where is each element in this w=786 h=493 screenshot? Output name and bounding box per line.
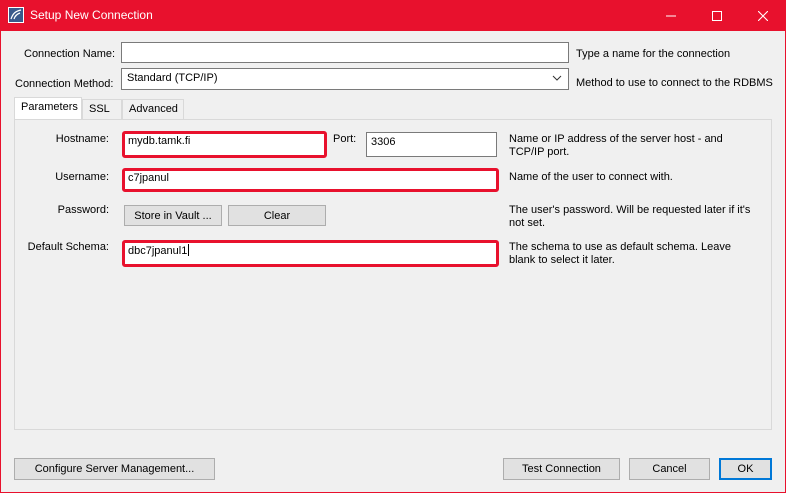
configure-server-management-button[interactable]: Configure Server Management... <box>14 458 215 480</box>
ok-button[interactable]: OK <box>719 458 772 480</box>
text-cursor <box>188 244 190 256</box>
store-in-vault-button[interactable]: Store in Vault ... <box>124 205 222 226</box>
default-schema-value: dbc7jpanul1 <box>128 245 188 257</box>
tab-parameters[interactable]: Parameters <box>14 97 82 120</box>
connection-method-hint: Method to use to connect to the RDBMS <box>576 77 773 89</box>
title-bar[interactable]: Setup New Connection <box>0 0 786 31</box>
port-label: Port: <box>333 133 357 145</box>
connection-name-label: Connection Name: <box>24 48 116 60</box>
window-title: Setup New Connection <box>30 8 153 22</box>
connection-method-label: Connection Method: <box>15 78 114 90</box>
connection-name-hint: Type a name for the connection <box>576 48 731 60</box>
cancel-button[interactable]: Cancel <box>629 458 710 480</box>
connection-method-select[interactable]: Standard (TCP/IP) <box>121 68 569 90</box>
dialog-body: Connection Name: Type a name for the con… <box>1 31 785 492</box>
mysql-workbench-icon <box>8 7 24 23</box>
password-hint: The user's password. Will be requested l… <box>509 204 751 229</box>
close-icon <box>758 10 768 21</box>
username-input[interactable]: c7jpanul <box>122 168 499 192</box>
close-button[interactable] <box>740 0 786 31</box>
minimize-icon <box>666 15 676 16</box>
maximize-icon <box>712 10 722 21</box>
parameters-panel <box>14 119 772 430</box>
chevron-down-icon <box>552 71 562 88</box>
default-schema-hint: The schema to use as default schema. Lea… <box>509 241 731 266</box>
default-schema-label: Default Schema: <box>27 241 109 253</box>
password-label: Password: <box>57 204 109 216</box>
port-input[interactable]: 3306 <box>366 132 497 157</box>
clear-password-button[interactable]: Clear <box>228 205 326 226</box>
test-connection-button[interactable]: Test Connection <box>503 458 620 480</box>
username-label: Username: <box>55 171 109 183</box>
connection-name-input[interactable] <box>121 42 569 63</box>
tab-ssl[interactable]: SSL <box>82 99 122 119</box>
hostname-port-hint: Name or IP address of the server host - … <box>509 133 723 158</box>
username-hint: Name of the user to connect with. <box>509 171 673 183</box>
tab-advanced[interactable]: Advanced <box>122 99 184 119</box>
connection-method-value: Standard (TCP/IP) <box>127 72 218 84</box>
hostname-label: Hostname: <box>55 133 109 145</box>
maximize-button[interactable] <box>694 0 740 31</box>
minimize-button[interactable] <box>648 0 694 31</box>
hostname-input[interactable]: mydb.tamk.fi <box>122 131 327 158</box>
default-schema-input[interactable]: dbc7jpanul1 <box>122 240 499 267</box>
